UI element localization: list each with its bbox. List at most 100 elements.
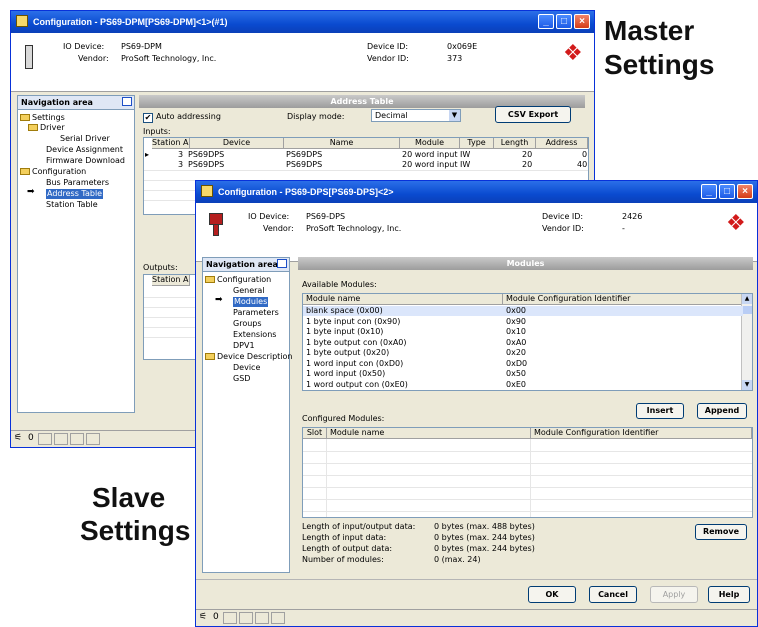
list-item[interactable]: 1 word input (0x50) 0x50 [303,369,743,379]
module-id-cell: 0x50 [506,369,527,378]
close-icon[interactable]: × [737,184,753,199]
auto-addressing-checkbox[interactable]: ✔ [143,113,153,123]
minimize-icon[interactable]: _ [701,184,717,199]
insert-button[interactable]: Insert [636,403,684,419]
nav-item-driver[interactable]: Driver [28,123,65,133]
nav-item-parameters[interactable]: Parameters [233,308,279,318]
nav-item-address-table[interactable]: Address Table [46,189,104,199]
row-divider [303,499,752,500]
navigation-collapse-icon[interactable] [122,97,132,106]
io-device-value: PS69-DPS [306,212,346,221]
auto-addressing-label: Auto addressing [156,112,221,121]
nav-item-settings[interactable]: Settings [20,113,65,123]
help-button[interactable]: Help [708,586,750,603]
cell-module: 20 word input [402,150,458,159]
navigation-collapse-icon[interactable] [277,259,287,268]
module-id-cell: 0x00 [506,306,527,315]
master-caption-line2: Settings [604,49,715,80]
nav-item-groups[interactable]: Groups [233,319,262,329]
remove-button[interactable]: Remove [695,524,747,540]
nav-item-configuration[interactable]: Configuration [205,275,271,285]
configured-modules-table: Slot Module name Module Configuration Id… [302,427,753,518]
nav-item-device-description[interactable]: Device Description [205,352,292,362]
module-id-cell: 0x20 [506,348,527,357]
col-length[interactable]: Length [494,138,536,149]
cell-type: IW [460,160,471,169]
col-station-address[interactable]: Station A... [152,275,190,286]
list-item[interactable]: 1 word output con (0xE0) 0xE0 [303,380,743,390]
list-item[interactable]: 1 byte output (0x20) 0x20 [303,348,743,358]
cancel-button[interactable]: Cancel [589,586,637,603]
network-icon: ⚟ [14,433,23,443]
navigation-title: Navigation area [206,260,278,269]
col-module-name[interactable]: Module name [327,428,531,439]
col-name[interactable]: Name [284,138,400,149]
module-name-cell: 1 byte output con (0xA0) [306,337,407,347]
nav-item-configuration[interactable]: Configuration [20,167,86,177]
nav-item-serial-driver[interactable]: Serial Driver [60,134,110,144]
maximize-icon[interactable]: □ [556,14,572,29]
nav-item-gsd[interactable]: GSD [233,374,250,384]
cell-address: 0 [582,150,588,159]
minimize-icon[interactable]: _ [538,14,554,29]
folder-icon [205,353,215,360]
cell-module: 20 word input [402,160,458,169]
list-item[interactable]: blank space (0x00) 0x00 [303,306,743,316]
scroll-down-icon[interactable]: ▼ [742,380,752,390]
vendor-id-value: - [622,224,625,233]
slave-title-bar[interactable]: Configuration - PS69-DPS[PS69-DPS]<2> _ … [196,181,757,203]
table-row[interactable]: 3 PS69DPS PS69DPS 20 word input IW 20 40 [144,160,588,169]
nav-item-extensions[interactable]: Extensions [233,330,276,340]
csv-export-button[interactable]: CSV Export [495,106,571,123]
list-item[interactable]: 1 byte input con (0x90) 0x90 [303,317,743,327]
slave-device-header: IO Device: PS69-DPS Vendor: ProSoft Tech… [196,203,757,262]
nav-item-firmware-download[interactable]: Firmware Download [46,156,125,166]
row-divider [303,475,752,476]
nav-item-dpv1[interactable]: DPV1 [233,341,255,351]
master-title-bar[interactable]: Configuration - PS69-DPM[PS69-DPM]<1>(#1… [11,11,594,33]
apply-button[interactable]: Apply [650,586,698,603]
close-icon[interactable]: × [574,14,590,29]
col-station-address[interactable]: Station A... [152,138,190,149]
list-item[interactable]: 1 byte output con (0xA0) 0xA0 [303,338,743,348]
display-mode-select[interactable]: Decimal ▼ [371,109,461,122]
navigation-title: Navigation area [21,98,93,107]
summary-value: 0 bytes (max. 244 bytes) [434,544,535,553]
display-mode-label: Display mode: [287,112,345,121]
col-module[interactable]: Module [400,138,460,149]
nav-item-bus-parameters[interactable]: Bus Parameters [46,178,109,188]
nav-item-station-table[interactable]: Station Table [46,200,98,210]
col-slot[interactable]: Slot [303,428,327,439]
row-divider [144,170,588,171]
col-type[interactable]: Type [460,138,494,149]
scroll-thumb[interactable] [742,306,752,314]
nav-item-device[interactable]: Device [233,363,260,373]
vendor-label: Vendor: [78,54,109,63]
col-address[interactable]: Address [536,138,588,149]
append-button[interactable]: Append [697,403,747,419]
col-device[interactable]: Device [190,138,284,149]
app-icon [201,185,213,197]
slave-config-window: Configuration - PS69-DPS[PS69-DPS]<2> _ … [195,180,758,627]
col-module-config-id[interactable]: Module Configuration Identifier [531,428,752,439]
list-item[interactable]: 1 byte input (0x10) 0x10 [303,327,743,337]
device-icon [25,45,33,69]
status-cell [70,433,84,445]
list-item[interactable]: 1 word input con (0xD0) 0xD0 [303,359,743,369]
module-name-cell: 1 byte input con (0x90) [306,316,401,326]
dialog-button-bar [196,579,757,580]
maximize-icon[interactable]: □ [719,184,735,199]
nav-item-device-assignment[interactable]: Device Assignment [46,145,123,155]
nav-item-modules[interactable]: Modules [233,297,269,307]
status-indicator: 0 [28,433,34,443]
row-divider [303,511,752,512]
vendor-id-label: Vendor ID: [542,224,584,233]
nav-item-general[interactable]: General [233,286,265,296]
table-row[interactable]: ▸ 3 PS69DPS PS69DPS 20 word input IW 20 … [144,150,588,159]
available-modules-label: Available Modules: [302,280,377,289]
col-module-config-id[interactable]: Module Configuration Identifier [503,294,743,305]
scroll-up-icon[interactable]: ▲ [742,294,752,304]
col-module-name[interactable]: Module name [303,294,503,305]
cell-station: 3 [178,150,184,159]
ok-button[interactable]: OK [528,586,576,603]
